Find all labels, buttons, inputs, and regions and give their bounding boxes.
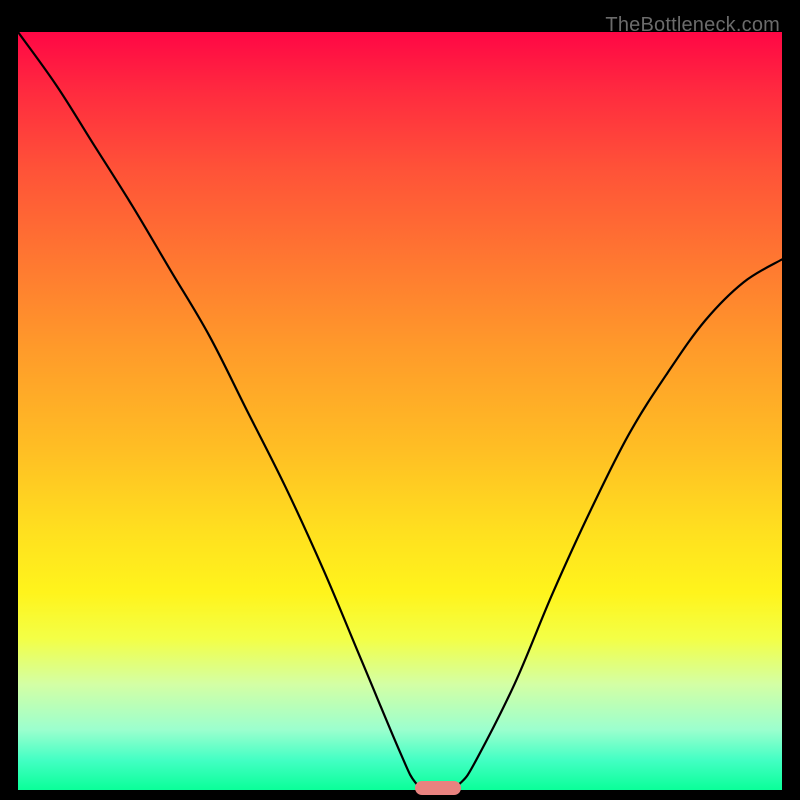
chart-frame: TheBottleneck.com [8,8,792,792]
bottleneck-curve-svg [18,32,782,790]
bottleneck-curve-path [18,32,782,790]
plot-area [18,32,782,790]
sweet-spot-marker [415,781,461,795]
watermark-text: TheBottleneck.com [605,14,780,37]
